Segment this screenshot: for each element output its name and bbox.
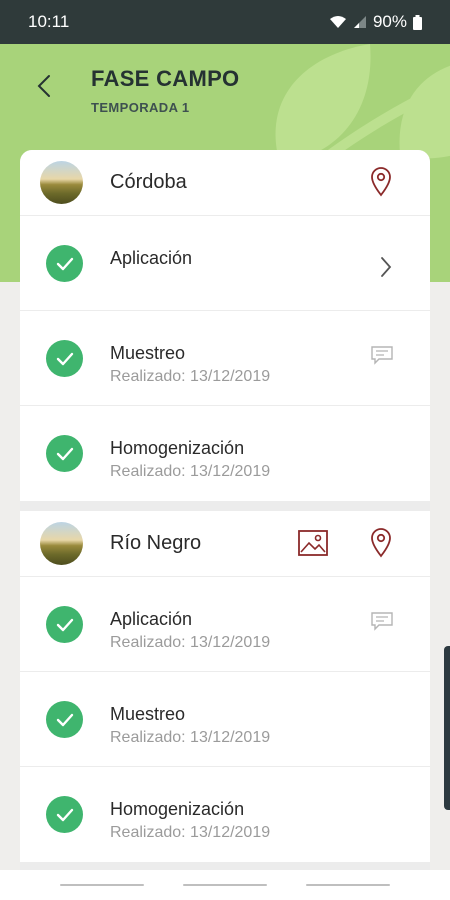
list-item-date: Realizado: 13/12/2019 (110, 824, 271, 841)
check-icon (46, 606, 83, 643)
list-item[interactable]: Muestreo Realizado: 13/12/2019 (20, 311, 430, 406)
list-item-text: Aplicación Realizado: 13/12/2019 (110, 608, 270, 653)
avatar (40, 161, 83, 204)
list-item[interactable]: Aplicación (20, 216, 430, 311)
field-list: Córdoba Aplicación Muestreo Realizado: 1… (20, 150, 430, 890)
location-name: Río Negro (110, 532, 202, 554)
list-item-title: Muestreo (110, 343, 186, 363)
location-name: Córdoba (110, 171, 187, 193)
chevron-right-icon[interactable] (380, 256, 392, 283)
nav-back-button[interactable] (306, 884, 391, 886)
list-item-title: Aplicación (110, 609, 193, 629)
status-bar: 10:11 90% (0, 0, 450, 44)
back-arrow-icon (37, 75, 50, 97)
list-item-text: Muestreo Realizado: 13/12/2019 (110, 342, 270, 387)
battery-icon (413, 14, 422, 30)
check-icon (46, 245, 83, 282)
avatar (40, 522, 83, 565)
list-item-title: Aplicación (110, 248, 193, 268)
list-item-title: Muestreo (110, 704, 186, 724)
list-item[interactable]: Homogenización Realizado: 13/12/2019 (20, 406, 430, 501)
check-icon (46, 435, 83, 472)
image-icon[interactable] (298, 530, 328, 556)
battery-level: 90% (372, 12, 407, 31)
list-item[interactable]: Aplicación Realizado: 13/12/2019 (20, 577, 430, 672)
system-nav-bar (0, 870, 450, 900)
list-item-date: Realizado: 13/12/2019 (110, 634, 271, 651)
list-item-title: Homogenización (110, 799, 245, 819)
back-button[interactable] (26, 68, 62, 104)
list-item-date: Realizado: 13/12/2019 (110, 463, 271, 480)
status-time: 10:11 (28, 12, 70, 31)
side-drawer-handle[interactable] (444, 646, 450, 810)
list-item-text: Muestreo Realizado: 13/12/2019 (110, 703, 270, 748)
location-pin-icon[interactable] (370, 167, 392, 197)
list-item[interactable]: Muestreo Realizado: 13/12/2019 (20, 672, 430, 767)
list-item-text: Homogenización Realizado: 13/12/2019 (110, 798, 270, 843)
location-group: Río Negro Aplicación Realizado: 13/12/20… (20, 511, 430, 862)
signal-icon (353, 15, 367, 29)
wifi-icon (329, 15, 347, 29)
location-pin-icon[interactable] (370, 528, 392, 558)
comment-icon[interactable] (370, 345, 394, 370)
nav-home-button[interactable] (182, 884, 267, 886)
location-group: Córdoba Aplicación Muestreo Realizado: 1… (20, 150, 430, 501)
list-item-date: Realizado: 13/12/2019 (110, 729, 271, 746)
list-item-text: Homogenización Realizado: 13/12/2019 (110, 437, 270, 482)
check-icon (46, 701, 83, 738)
list-item-date: Realizado: 13/12/2019 (110, 368, 271, 385)
page-subtitle: TEMPORADA 1 (91, 100, 190, 115)
status-icons: 90% (329, 12, 422, 32)
nav-recent-button[interactable] (59, 884, 144, 886)
list-item-text: Aplicación (110, 247, 192, 269)
list-item-title: Homogenización (110, 438, 245, 458)
location-header: Córdoba (20, 150, 430, 216)
location-header: Río Negro (20, 511, 430, 577)
list-item[interactable]: Homogenización Realizado: 13/12/2019 (20, 767, 430, 862)
check-icon (46, 796, 83, 833)
comment-icon[interactable] (370, 611, 394, 636)
page-title: FASE CAMPO (91, 66, 240, 91)
check-icon (46, 340, 83, 377)
